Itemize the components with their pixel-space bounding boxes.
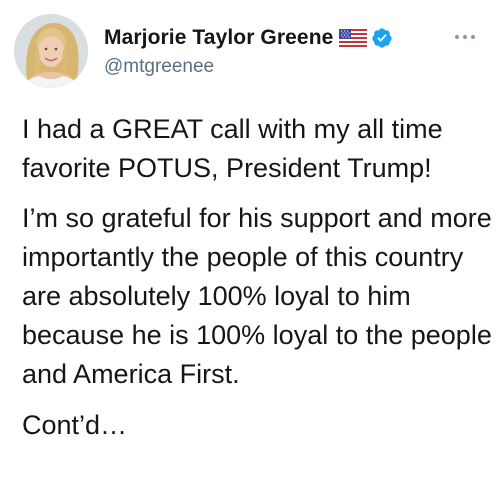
- author-name-row[interactable]: Marjorie Taylor Greene: [104, 24, 393, 52]
- tweet-paragraph: Cont’d…: [22, 410, 128, 440]
- tweet-paragraph: I had a GREAT call with my all time favo…: [22, 114, 443, 183]
- tweet-text: I had a GREAT call with my all time favo…: [22, 110, 492, 445]
- avatar[interactable]: [14, 14, 88, 88]
- user-handle[interactable]: @mtgreenee: [104, 56, 214, 78]
- tweet-paragraph: I’m so grateful for his support and more…: [22, 203, 492, 389]
- tweet-card: Marjorie Taylor Greene @mtgreenee I had …: [0, 0, 500, 486]
- more-options-icon[interactable]: [448, 27, 482, 47]
- us-flag-icon: [339, 29, 368, 47]
- display-name[interactable]: Marjorie Taylor Greene: [104, 26, 333, 50]
- verified-badge-icon: [371, 27, 393, 49]
- profile-photo-icon: [14, 14, 88, 88]
